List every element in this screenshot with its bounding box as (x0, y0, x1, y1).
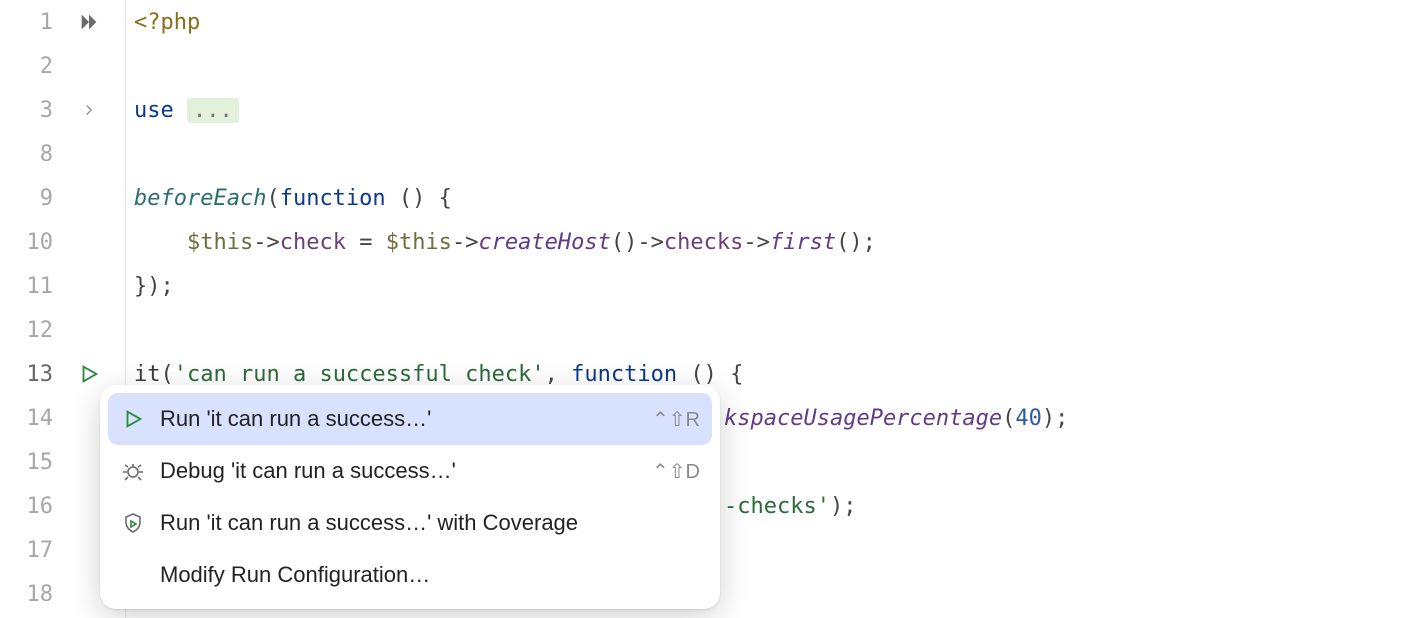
menu-item-modify-config[interactable]: Modify Run Configuration… (108, 549, 712, 601)
line-number: 10 (17, 230, 53, 255)
run-gutter-icon[interactable] (61, 363, 117, 385)
code-line[interactable]: <?php (134, 0, 1406, 44)
line-number: 2 (17, 54, 53, 79)
line-number: 11 (17, 274, 53, 299)
line-number: 15 (17, 450, 53, 475)
gutter-line[interactable]: 8 (0, 132, 125, 176)
line-number: 1 (17, 10, 53, 35)
fn-call: beforeEach (134, 186, 266, 211)
code-line[interactable]: use ... (134, 88, 1406, 132)
line-number: 8 (17, 142, 53, 167)
fn-it: it (134, 362, 161, 387)
line-number: 14 (17, 406, 53, 431)
menu-label: Modify Run Configuration… (160, 562, 686, 588)
line-number: 17 (17, 538, 53, 563)
code-line[interactable]: beforeEach(function () { (134, 176, 1406, 220)
code-line[interactable] (134, 308, 1406, 352)
gutter-line[interactable]: 10 (0, 220, 125, 264)
menu-item-coverage[interactable]: Run 'it can run a success…' with Coverag… (108, 497, 712, 549)
blank-icon (120, 562, 146, 588)
skip-forward-icon[interactable] (61, 11, 117, 33)
code-editor: 1 2 3 8 9 10 11 (0, 0, 1406, 618)
gutter-line[interactable]: 11 (0, 264, 125, 308)
gutter-line[interactable]: 9 (0, 176, 125, 220)
line-number: 12 (17, 318, 53, 343)
menu-label: Run 'it can run a success…' with Coverag… (160, 510, 686, 536)
menu-label: Debug 'it can run a success…' (160, 458, 638, 484)
gutter-line[interactable]: 12 (0, 308, 125, 352)
code-line[interactable] (134, 44, 1406, 88)
gutter-line[interactable]: 1 (0, 0, 125, 44)
chevron-right-icon[interactable] (61, 101, 117, 119)
gutter-line[interactable]: 3 (0, 88, 125, 132)
gutter-line[interactable]: 2 (0, 44, 125, 88)
line-number: 9 (17, 186, 53, 211)
line-number: 16 (17, 494, 53, 519)
line-number: 3 (17, 98, 53, 123)
menu-item-run[interactable]: Run 'it can run a success…' ⌃⇧R (108, 393, 712, 445)
bug-icon (120, 458, 146, 484)
line-number: 13 (17, 362, 53, 387)
menu-label: Run 'it can run a success…' (160, 406, 638, 432)
folded-region[interactable]: ... (187, 98, 239, 123)
code-line[interactable] (134, 132, 1406, 176)
menu-shortcut: ⌃⇧R (652, 407, 700, 432)
run-context-menu: Run 'it can run a success…' ⌃⇧R Debug 'i… (100, 385, 720, 609)
code-line[interactable]: }); (134, 264, 1406, 308)
shield-play-icon (120, 510, 146, 536)
play-icon (120, 406, 146, 432)
php-open-tag: <?php (134, 10, 200, 35)
menu-shortcut: ⌃⇧D (652, 459, 700, 484)
code-line[interactable]: $this->check = $this->createHost()->chec… (134, 220, 1406, 264)
line-number: 18 (17, 582, 53, 607)
menu-item-debug[interactable]: Debug 'it can run a success…' ⌃⇧D (108, 445, 712, 497)
keyword: use (134, 98, 174, 123)
